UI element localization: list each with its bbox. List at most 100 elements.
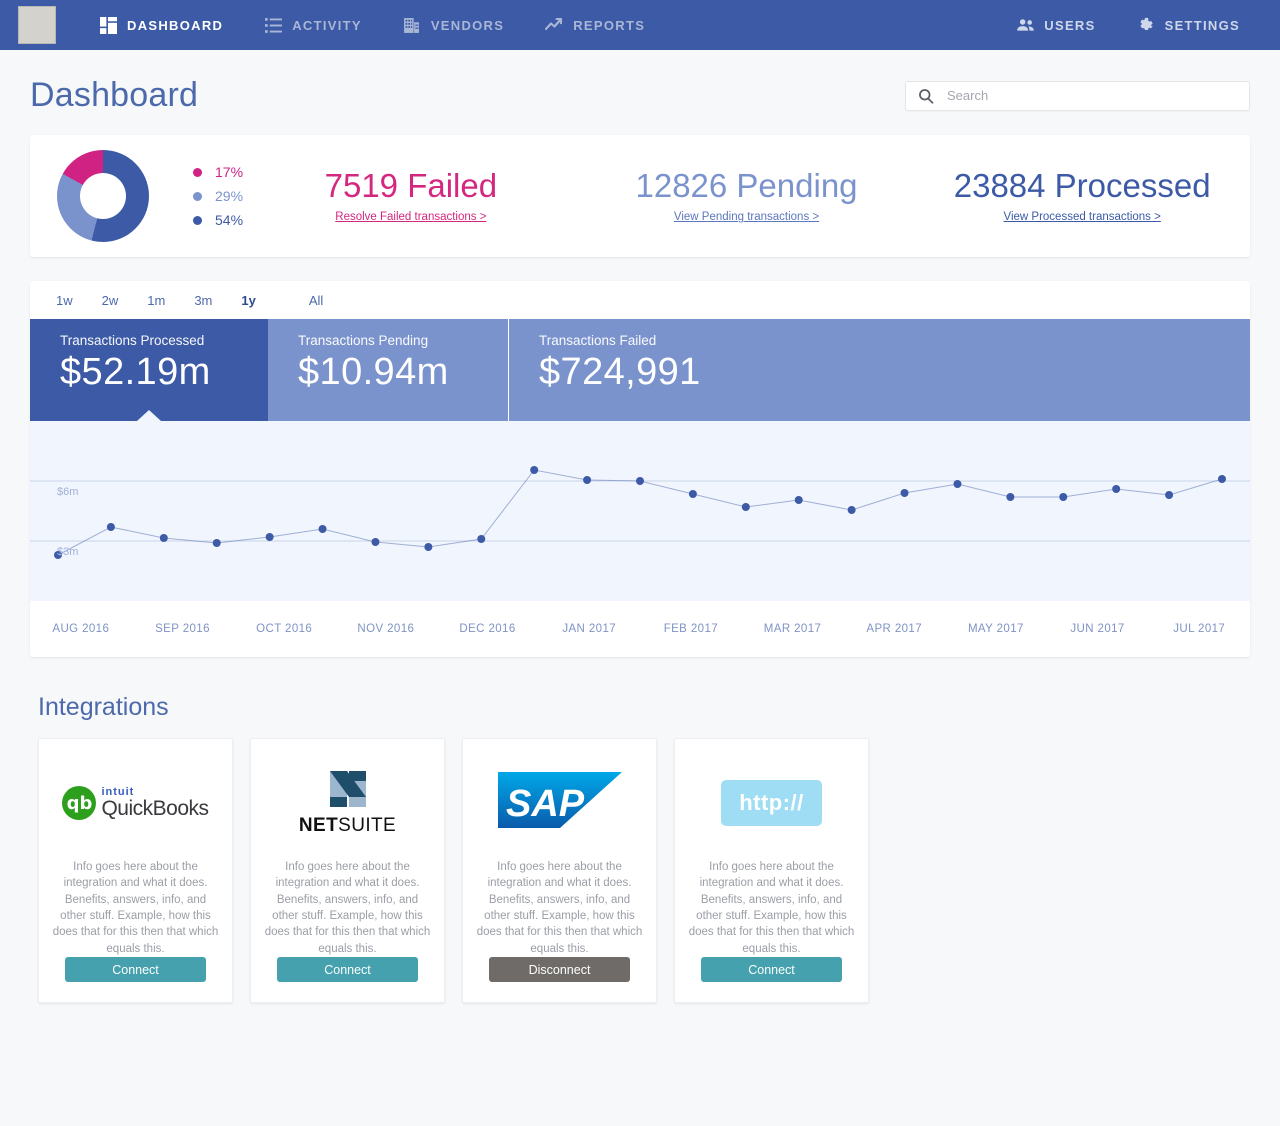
search-box[interactable]: [905, 80, 1250, 111]
x-axis-tick: JUN 2017: [1070, 623, 1125, 635]
integration-description: Info goes here about the integration and…: [476, 861, 643, 955]
http-logo: http://: [721, 757, 822, 849]
stat-processed: 23884 Processed View Processed transacti…: [914, 167, 1250, 226]
integration-description: Info goes here about the integration and…: [688, 861, 855, 955]
stat-value: 23884 Processed: [953, 166, 1211, 204]
view-pending-link[interactable]: View Pending transactions >: [674, 211, 819, 223]
legend-item: 54%: [193, 208, 243, 232]
search-input[interactable]: [945, 87, 1239, 104]
active-tile-caret: [137, 410, 161, 421]
range-tab-all[interactable]: All: [309, 293, 323, 308]
stat-failed: 7519 Failed Resolve Failed transactions …: [243, 167, 579, 226]
nav-label: DASHBOARD: [127, 17, 224, 33]
disconnect-button-sap[interactable]: Disconnect: [489, 957, 630, 982]
range-tab-3m[interactable]: 3m: [194, 293, 212, 308]
metric-tile-pending[interactable]: Transactions Pending $10.94m: [268, 319, 508, 421]
page-header: Dashboard: [0, 50, 1280, 135]
legend-dot-pending: [193, 191, 202, 201]
range-tab-1y[interactable]: 1y: [241, 293, 255, 308]
tile-label: Transactions Failed: [539, 333, 657, 348]
view-processed-link[interactable]: View Processed transactions >: [1003, 211, 1160, 223]
netsuite-mark: [324, 769, 372, 809]
svg-text:SAP: SAP: [506, 783, 585, 825]
integration-description: Info goes here about the integration and…: [264, 861, 431, 955]
nav-label: REPORTS: [573, 17, 646, 33]
stat-value: 7519 Failed: [324, 166, 498, 204]
nav-item-settings[interactable]: SETTINGS: [1116, 0, 1260, 50]
legend-item: 29%: [193, 184, 243, 208]
range-tab-2w[interactable]: 2w: [102, 293, 119, 308]
netsuite-logo: NETSUITE: [299, 757, 396, 849]
time-range-tabs: 1w 2w 1m 3m 1y All: [30, 281, 1250, 319]
metric-tile-failed[interactable]: Transactions Failed $724,991: [508, 319, 1250, 421]
nav-label: VENDORS: [430, 17, 505, 33]
nav-label: USERS: [1044, 17, 1096, 33]
svg-text:®: ®: [590, 816, 597, 826]
x-axis: AUG 2016 SEP 2016 OCT 2016 NOV 2016 DEC 2016…: [30, 601, 1250, 657]
stat-pending: 12826 Pending View Pending transactions …: [579, 167, 915, 226]
tile-value: $10.94m: [298, 351, 449, 393]
legend-dot-failed: [193, 167, 202, 177]
integration-card-sap: SAP ® Info goes here about the integrati…: [462, 738, 657, 1003]
quickbooks-logo: qb intuit QuickBooks: [62, 757, 209, 849]
trending-up-icon: [544, 15, 564, 35]
nav-item-activity[interactable]: ACTIVITY: [243, 0, 382, 50]
list-icon: [263, 15, 283, 35]
tile-label: Transactions Processed: [60, 333, 205, 348]
connect-button-quickbooks[interactable]: Connect: [65, 957, 206, 982]
y-axis-label-3m: $3m: [57, 546, 79, 558]
integrations-grid: qb intuit QuickBooks Info goes here abou…: [0, 738, 1280, 1003]
nav-item-reports[interactable]: REPORTS: [524, 0, 665, 50]
legend-dot-processed: [193, 215, 202, 225]
netsuite-suite: SUITE: [338, 815, 397, 836]
primary-nav: DASHBOARD ACTIVITY VENDORS REPORTS: [78, 0, 665, 50]
nav-item-vendors[interactable]: VENDORS: [382, 0, 524, 50]
quickbooks-mark: qb: [62, 786, 97, 820]
x-axis-tick: OCT 2016: [256, 623, 313, 635]
donut-legend: 17% 29% 54%: [193, 160, 243, 232]
integration-card-quickbooks: qb intuit QuickBooks Info goes here abou…: [38, 738, 233, 1003]
grid-icon: [98, 15, 118, 35]
x-axis-tick: SEP 2016: [155, 623, 210, 635]
tile-label: Transactions Pending: [298, 333, 429, 348]
quickbooks-name-text: QuickBooks: [101, 797, 209, 820]
x-axis-tick: MAY 2017: [967, 623, 1024, 635]
range-tab-1w[interactable]: 1w: [56, 293, 73, 308]
connect-button-netsuite[interactable]: Connect: [277, 957, 418, 982]
connect-button-http[interactable]: Connect: [701, 957, 842, 982]
summary-card: 17% 29% 54% 7519 Failed Resolve Failed t…: [30, 135, 1250, 257]
resolve-failed-link[interactable]: Resolve Failed transactions >: [335, 211, 486, 223]
nav-item-dashboard[interactable]: DASHBOARD: [78, 0, 243, 50]
x-axis-tick: APR 2017: [866, 623, 923, 635]
x-axis-tick: JAN 2017: [562, 623, 617, 635]
legend-value: 29%: [215, 188, 244, 204]
people-icon: [1015, 15, 1035, 35]
tile-value: $724,991: [539, 351, 701, 393]
donut-chart: [57, 150, 149, 242]
range-tab-1m[interactable]: 1m: [147, 293, 165, 308]
integration-card-netsuite: NETSUITE Info goes here about the integr…: [250, 738, 445, 1003]
x-axis-tick: DEC 2016: [459, 623, 516, 635]
http-badge-text: http://: [721, 780, 822, 826]
nav-item-users[interactable]: USERS: [995, 0, 1115, 50]
top-navigation-bar: DASHBOARD ACTIVITY VENDORS REPORTS USERS…: [0, 0, 1280, 50]
netsuite-name-text: NETSUITE: [299, 815, 396, 837]
donut-chart-block: 17% 29% 54%: [30, 150, 243, 242]
search-icon: [916, 86, 936, 106]
x-axis-tick: AUG 2016: [52, 623, 110, 635]
page-title: Dashboard: [30, 76, 199, 114]
metric-tile-processed[interactable]: Transactions Processed $52.19m: [30, 319, 268, 421]
building-icon: [402, 15, 422, 35]
gear-icon: [1136, 15, 1156, 35]
secondary-nav: USERS SETTINGS: [995, 0, 1260, 50]
x-axis-tick: FEB 2017: [663, 623, 719, 635]
company-logo[interactable]: [18, 6, 56, 44]
chart-card: 1w 2w 1m 3m 1y All Transactions Processe…: [30, 281, 1250, 657]
line-chart-plot: $6m $3m: [30, 421, 1250, 601]
nav-label: SETTINGS: [1164, 17, 1240, 33]
x-axis-tick: MAR 2017: [763, 623, 822, 635]
tile-value: $52.19m: [60, 351, 211, 393]
legend-item: 17%: [193, 160, 243, 184]
y-axis-label-6m: $6m: [57, 486, 79, 498]
legend-value: 17%: [215, 164, 244, 180]
